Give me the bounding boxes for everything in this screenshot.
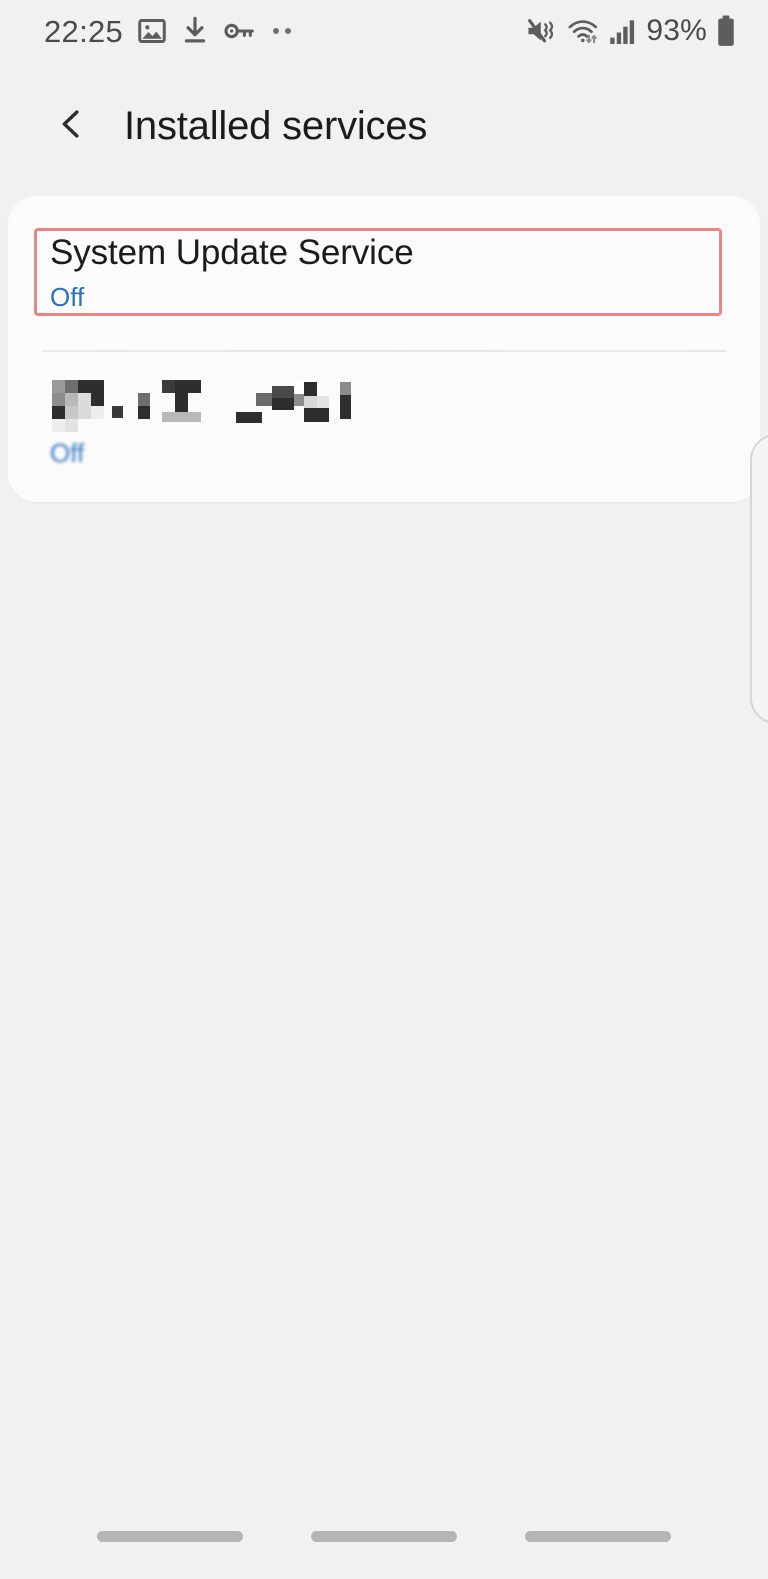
redacted-service-name xyxy=(50,372,370,432)
home-button[interactable] xyxy=(311,1531,457,1542)
gallery-image-icon xyxy=(137,16,167,46)
key-vpn-icon xyxy=(223,16,255,46)
back-nav-button[interactable] xyxy=(525,1531,671,1542)
mute-vibrate-icon xyxy=(526,16,558,46)
list-divider xyxy=(42,350,726,352)
page-title: Installed services xyxy=(124,103,428,148)
signal-bars-icon xyxy=(609,16,637,46)
installed-services-card: System Update Service Off Off xyxy=(8,196,760,502)
back-chevron-icon xyxy=(55,107,89,146)
back-button[interactable] xyxy=(44,98,100,154)
service-name-label: System Update Service xyxy=(50,233,414,272)
right-edge-panel[interactable] xyxy=(750,434,768,724)
status-bar: 22:25 93% xyxy=(0,0,768,62)
more-dots-icon xyxy=(273,28,292,34)
wifi-transfer-icon xyxy=(567,16,600,46)
battery-icon xyxy=(716,15,736,47)
service-list-item-redacted[interactable]: Off xyxy=(8,372,760,466)
status-bar-right: 93% xyxy=(526,15,736,47)
app-bar: Installed services xyxy=(0,62,768,190)
download-icon xyxy=(181,16,209,46)
recents-button[interactable] xyxy=(97,1531,243,1542)
status-bar-left: 22:25 xyxy=(44,13,292,49)
navigation-bar xyxy=(0,1507,768,1579)
status-bar-clock: 22:25 xyxy=(44,13,124,49)
service-status-label: Off xyxy=(50,281,85,312)
service-status-label-redacted: Off xyxy=(50,438,85,468)
phone-screen: 22:25 93% Installed services System Upda… xyxy=(0,0,768,1579)
service-list-item-system-update[interactable]: System Update Service Off xyxy=(8,196,760,336)
battery-percent-label: 93% xyxy=(646,14,707,47)
